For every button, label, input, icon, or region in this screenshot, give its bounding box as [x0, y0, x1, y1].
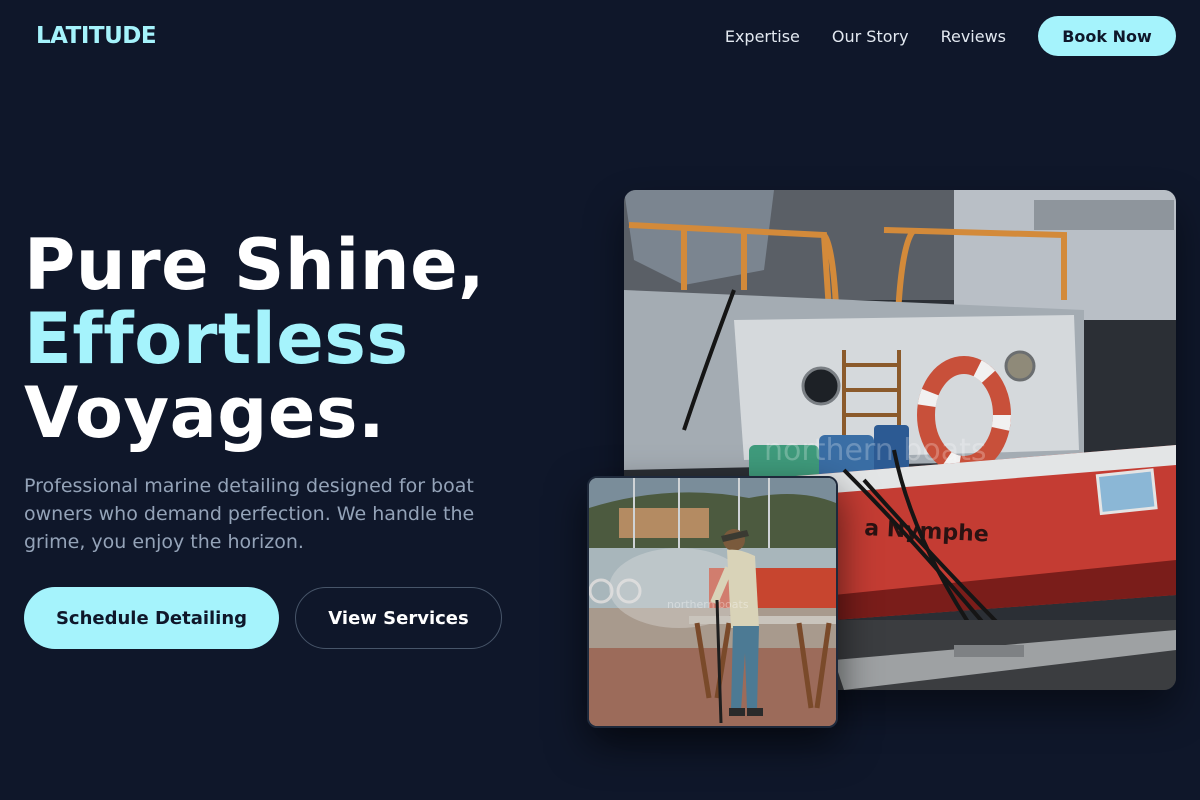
- nav-link-expertise[interactable]: Expertise: [725, 27, 800, 46]
- main-photo-watermark: northern boats: [764, 433, 986, 468]
- hero-description: Professional marine detailing designed f…: [24, 475, 475, 553]
- hero-title-line-2: Effortless: [24, 298, 409, 380]
- book-now-button[interactable]: Book Now: [1038, 16, 1176, 56]
- brand-logo[interactable]: LATITUDE: [36, 23, 157, 49]
- hero-title-line-1: Pure Shine,: [24, 224, 486, 306]
- hero-title-line-3: Voyages.: [24, 372, 386, 454]
- detailing-worker-photo: northern boats: [587, 476, 838, 728]
- nav-link-our-story[interactable]: Our Story: [832, 27, 909, 46]
- landing-page: LATITUDE Expertise Our Story Reviews Boo…: [0, 0, 1200, 800]
- nav-links: Expertise Our Story Reviews Book Now: [725, 16, 1176, 56]
- view-services-button[interactable]: View Services: [295, 587, 502, 649]
- hero-title: Pure Shine, Effortless Voyages.: [24, 228, 485, 450]
- schedule-detailing-button[interactable]: Schedule Detailing: [24, 587, 279, 649]
- navbar: LATITUDE Expertise Our Story Reviews Boo…: [0, 0, 1200, 72]
- nav-link-reviews[interactable]: Reviews: [941, 27, 1006, 46]
- secondary-photo-watermark: northern boats: [667, 598, 749, 611]
